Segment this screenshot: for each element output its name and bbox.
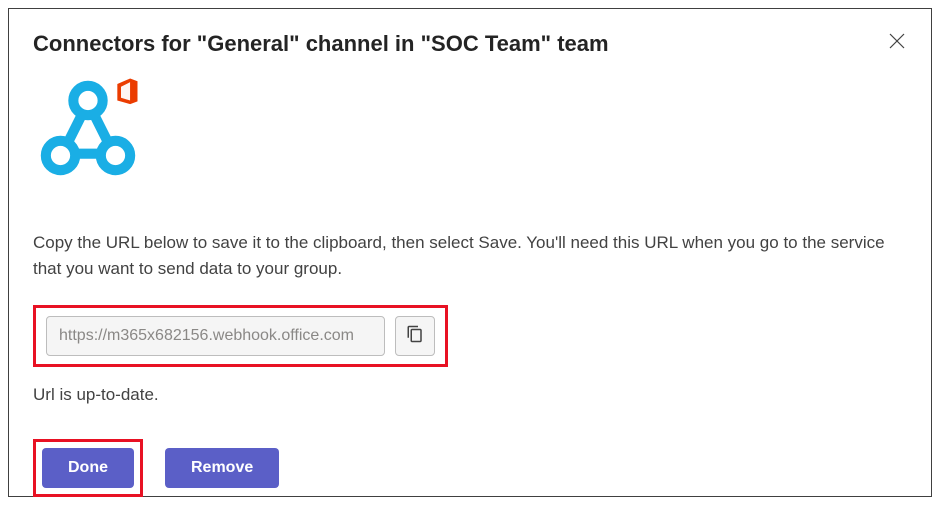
copy-url-button[interactable] — [395, 316, 435, 356]
connectors-dialog: Connectors for "General" channel in "SOC… — [8, 8, 932, 497]
remove-button[interactable]: Remove — [165, 448, 279, 488]
dialog-title: Connectors for "General" channel in "SOC… — [33, 31, 907, 57]
done-button[interactable]: Done — [42, 448, 134, 488]
close-icon — [889, 33, 905, 54]
webhook-url-input[interactable] — [46, 316, 385, 356]
webhook-icon — [33, 170, 143, 187]
close-button[interactable] — [883, 29, 911, 57]
instruction-text: Copy the URL below to save it to the cli… — [33, 230, 903, 283]
button-row: Done Remove — [33, 439, 907, 497]
done-button-highlight: Done — [33, 439, 143, 497]
connector-logo — [33, 73, 907, 188]
url-status-text: Url is up-to-date. — [33, 385, 907, 405]
copy-icon — [406, 325, 424, 346]
url-row-highlight — [33, 305, 448, 367]
